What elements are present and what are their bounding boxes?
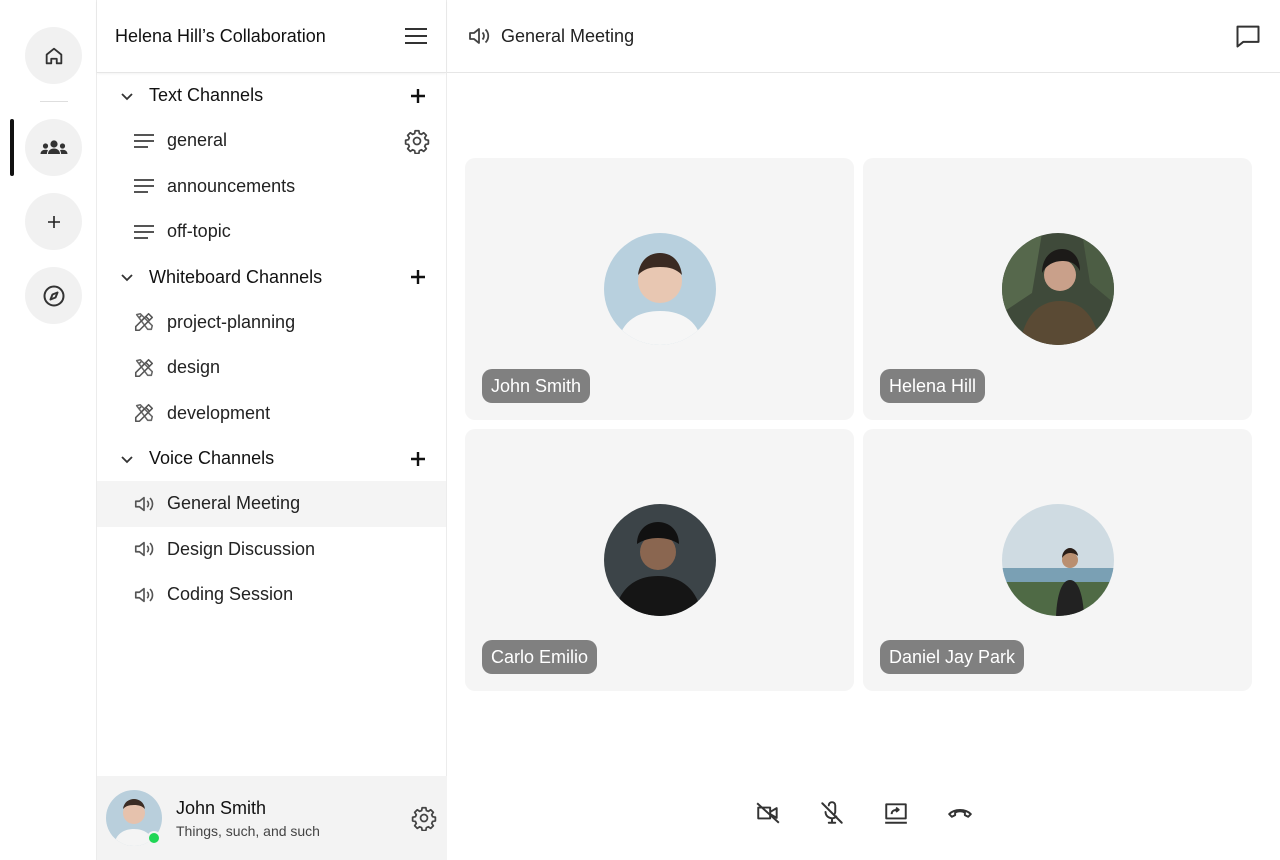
- voice-channels-header[interactable]: Voice Channels: [97, 436, 446, 481]
- speaker-icon: [133, 538, 155, 560]
- participant-avatar: [604, 504, 716, 616]
- server-title: Helena Hill’s Collaboration: [115, 25, 326, 46]
- home-icon: [43, 45, 65, 67]
- chevron-down-icon: [119, 88, 135, 104]
- call-controls: [447, 793, 1280, 833]
- participant-name: Helena Hill: [880, 369, 986, 403]
- channel-announcements[interactable]: announcements: [97, 164, 446, 210]
- speaker-icon: [133, 493, 155, 515]
- channel-off-topic[interactable]: off-topic: [97, 209, 446, 255]
- channel-general-meeting[interactable]: General Meeting: [97, 481, 446, 527]
- user-name: John Smith: [176, 797, 267, 818]
- channel-title: General Meeting: [501, 25, 635, 46]
- participant-tile[interactable]: Carlo Emilio: [465, 429, 854, 691]
- channel-label: General Meeting: [167, 493, 301, 514]
- participant-name: John Smith: [482, 369, 591, 403]
- channel-label: off-topic: [167, 221, 231, 242]
- speaker-icon: [133, 584, 155, 606]
- main-panel: General Meeting John Smith Helena Hill C…: [447, 0, 1280, 860]
- menu-icon[interactable]: [404, 27, 428, 45]
- server-button[interactable]: [25, 119, 82, 176]
- channel-label: project-planning: [167, 311, 296, 332]
- chevron-down-icon: [119, 269, 135, 285]
- user-panel: John Smith Things, such, and such: [97, 776, 447, 860]
- channel-general[interactable]: general: [97, 118, 446, 164]
- channel-project-planning[interactable]: project-planning: [97, 300, 446, 346]
- channel-label: design: [167, 357, 221, 378]
- mic-off-button[interactable]: [819, 800, 845, 826]
- channel-design[interactable]: design: [97, 345, 446, 391]
- chat-icon[interactable]: [1234, 22, 1262, 50]
- whiteboard-icon: [133, 311, 155, 333]
- channel-label: development: [167, 402, 271, 423]
- participant-avatar: [604, 233, 716, 345]
- add-channel-button[interactable]: [410, 451, 426, 467]
- add-channel-button[interactable]: [410, 88, 426, 104]
- group-icon: [39, 138, 69, 158]
- participant-avatar: [1002, 233, 1114, 345]
- speaker-icon: [467, 24, 491, 48]
- channel-design-discussion[interactable]: Design Discussion: [97, 527, 446, 573]
- participant-tile[interactable]: Helena Hill: [863, 158, 1252, 420]
- channel-coding-session[interactable]: Coding Session: [97, 572, 446, 618]
- add-channel-button[interactable]: [410, 269, 426, 285]
- participant-name: Carlo Emilio: [482, 640, 598, 674]
- rail-divider: [40, 101, 68, 102]
- participant-tile[interactable]: Daniel Jay Park: [863, 429, 1252, 691]
- whiteboard-channels-header[interactable]: Whiteboard Channels: [97, 255, 446, 300]
- whiteboard-icon: [133, 357, 155, 379]
- home-button[interactable]: [25, 27, 82, 84]
- channel-label: general: [167, 130, 228, 151]
- server-rail: [0, 0, 97, 860]
- explore-button[interactable]: [25, 267, 82, 324]
- participant-tile[interactable]: John Smith: [465, 158, 854, 420]
- hang-up-button[interactable]: [947, 800, 973, 826]
- participant-avatar: [1002, 504, 1114, 616]
- channel-development[interactable]: development: [97, 391, 446, 437]
- active-server-indicator: [10, 119, 14, 176]
- text-channel-icon: [133, 177, 155, 195]
- group-title: Whiteboard Channels: [149, 266, 323, 287]
- text-channel-icon: [133, 223, 155, 241]
- channel-label: Coding Session: [167, 584, 294, 605]
- online-status-dot: [147, 831, 161, 845]
- screen-share-button[interactable]: [883, 800, 909, 826]
- server-header: Helena Hill’s Collaboration: [97, 0, 446, 73]
- gear-icon[interactable]: [404, 128, 430, 154]
- text-channels-header[interactable]: Text Channels: [97, 73, 446, 118]
- channel-label: announcements: [167, 175, 296, 196]
- plus-icon: [46, 214, 62, 230]
- whiteboard-icon: [133, 402, 155, 424]
- channel-sidebar: Helena Hill’s Collaboration Text Channel…: [97, 0, 447, 860]
- camera-off-button[interactable]: [755, 800, 781, 826]
- user-status: Things, such, and such: [176, 822, 320, 839]
- participant-name: Daniel Jay Park: [880, 640, 1025, 674]
- user-avatar[interactable]: [106, 790, 162, 846]
- group-title: Text Channels: [149, 85, 264, 105]
- chevron-down-icon: [119, 451, 135, 467]
- compass-icon: [42, 284, 66, 308]
- channel-header: General Meeting: [447, 0, 1280, 73]
- channel-label: Design Discussion: [167, 538, 316, 559]
- add-server-button[interactable]: [25, 193, 82, 250]
- gear-icon[interactable]: [411, 805, 437, 831]
- group-title: Voice Channels: [149, 448, 275, 468]
- text-channel-icon: [133, 132, 155, 150]
